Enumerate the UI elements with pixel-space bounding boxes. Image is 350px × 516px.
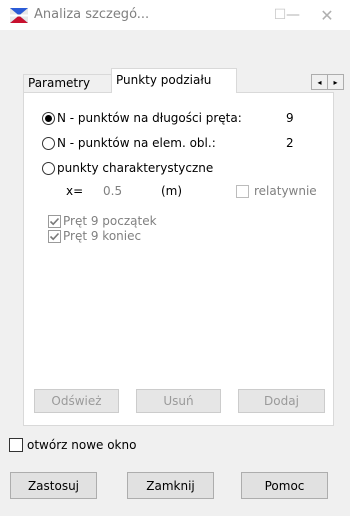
refresh-label: Odśwież [51,394,102,408]
tab-scroll-arrows: ◂ ▸ [311,74,344,90]
arrow-right-icon: ▸ [333,77,338,87]
apply-label: Zastosuj [27,478,80,493]
maximize-button[interactable]: ☐ [267,0,293,30]
check-bar-end[interactable]: Pręt 9 koniec [48,229,141,243]
relative-label: relatywnie [254,184,317,198]
close-icon: ✕ [320,5,334,25]
help-label: Pomoc [264,478,305,493]
tab-label: Punkty podziału [116,73,212,87]
option-points-per-element[interactable]: N - punktów na elem. obl.: [42,134,216,152]
arrow-left-icon: ◂ [317,77,322,87]
delete-label: Usuń [163,394,194,408]
add-label: Dodaj [264,394,299,408]
title-bar[interactable]: Analiza szczegó... — ✕ [0,0,350,30]
check-bar-start[interactable]: Pręt 9 początek [48,214,157,228]
analysis-dialog: Analiza szczegó... — ✕ ☐ Parametry Punkt… [0,0,350,516]
points-per-element-value: 2 [286,136,294,150]
maximize-icon: ☐ [273,7,287,23]
option-label: N - punktów na długości pręta: [57,111,242,125]
option-characteristic-points[interactable]: punkty charakterystyczne [42,159,213,177]
delete-button[interactable]: Usuń [136,389,221,413]
checkmark-icon[interactable] [48,214,61,228]
points-per-bar-value: 9 [286,111,294,125]
position-label: x= [66,184,84,198]
tab-strip: Parametry Punkty podziału ◂ ▸ [23,68,344,93]
relative-checkbox[interactable] [236,185,249,198]
app-icon [10,8,28,23]
option-label: N - punktów na elem. obl.: [57,136,216,150]
option-label: punkty charakterystyczne [57,161,214,175]
add-button[interactable]: Dodaj [238,389,325,413]
position-unit: (m) [161,184,183,198]
window-title: Analiza szczegó... [34,7,150,22]
tab-parametry[interactable]: Parametry [23,74,112,92]
check-label: Pręt 9 początek [63,214,157,228]
radio-unselected-icon[interactable] [42,136,55,150]
new-window-label: otwórz nowe okno [27,438,137,452]
new-window-checkbox[interactable] [9,438,23,452]
tab-scroll-left-button[interactable]: ◂ [311,74,328,90]
tab-scroll-right-button[interactable]: ▸ [327,74,344,90]
tab-label: Parametry [28,76,91,90]
checkmark-icon[interactable] [48,229,61,243]
tab-panel-punkty-podzialu: N - punktów na długości pręta: 9 N - pun… [23,92,334,426]
option-points-per-bar[interactable]: N - punktów na długości pręta: [42,109,242,127]
check-label: Pręt 9 koniec [63,229,142,243]
close-dialog-button[interactable]: Zamknij [127,472,214,499]
close-label: Zamknij [146,478,195,493]
tab-punkty-podzialu[interactable]: Punkty podziału [111,68,237,93]
position-input[interactable]: 0.5 [103,184,122,198]
radio-unselected-icon[interactable] [42,161,55,175]
close-button[interactable]: ✕ [304,0,350,30]
apply-button[interactable]: Zastosuj [10,472,97,499]
refresh-button[interactable]: Odśwież [34,389,119,413]
radio-selected-icon[interactable] [42,111,55,125]
help-button[interactable]: Pomoc [241,472,328,499]
